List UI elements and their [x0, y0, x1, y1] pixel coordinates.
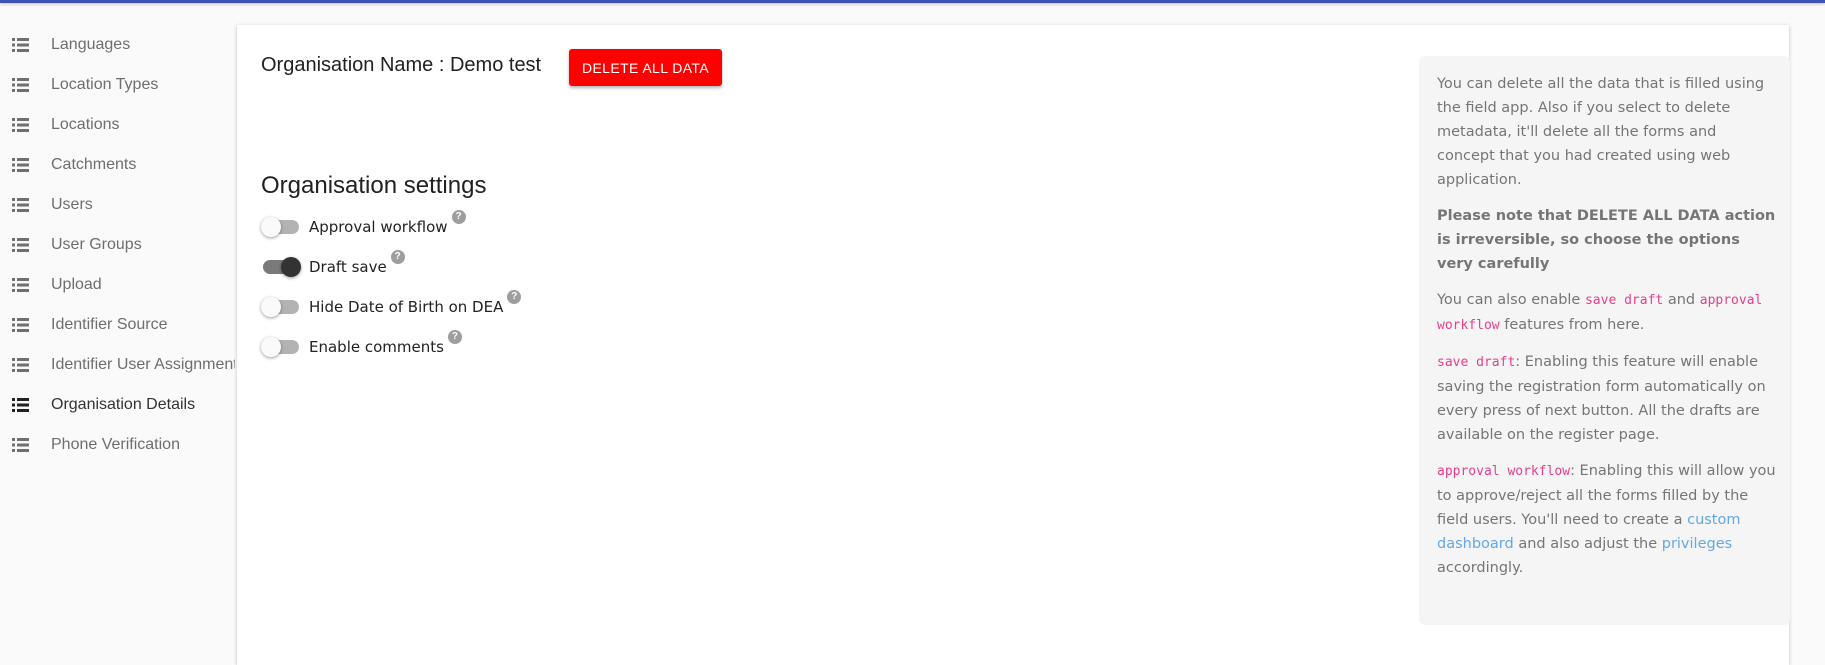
sidebar-item-identifier-user-assignment[interactable]: Identifier User Assignment — [0, 345, 235, 385]
info-paragraph: save draft: Enabling this feature will e… — [1437, 350, 1777, 447]
setting-label: Draft save — [309, 258, 387, 276]
setting-draft-save: Draft save? — [261, 250, 661, 281]
sidebar-item-label: Identifier User Assignment — [51, 356, 235, 373]
setting-label: Approval workflow — [309, 218, 448, 236]
list-icon — [12, 78, 29, 92]
code-save-draft: save draft — [1437, 355, 1516, 370]
enable-comments-toggle[interactable] — [261, 337, 299, 357]
list-icon — [12, 158, 29, 172]
list-icon — [12, 38, 29, 52]
app-bar-edge — [0, 0, 1825, 3]
sidebar-item-upload[interactable]: Upload — [0, 265, 235, 305]
list-icon — [12, 238, 29, 252]
help-icon[interactable]: ? — [447, 330, 462, 344]
toggle-knob — [261, 217, 281, 237]
setting-hide-dob: Hide Date of Birth on DEA? — [261, 290, 661, 321]
list-icon — [12, 438, 29, 452]
sidebar-item-label: Upload — [51, 276, 102, 293]
delete-all-data-button[interactable]: DELETE ALL DATA — [569, 49, 722, 86]
page-title: Organisation Name : Demo test — [261, 54, 542, 76]
sidebar-item-label: Catchments — [51, 156, 137, 173]
list-icon — [12, 118, 29, 132]
sidebar-item-label: Users — [51, 196, 93, 213]
draft-save-toggle[interactable] — [263, 257, 301, 277]
list-icon — [12, 278, 29, 292]
list-icon — [12, 358, 29, 372]
sidebar-item-languages[interactable]: Languages — [0, 25, 235, 65]
info-text: You can also enable — [1437, 292, 1585, 308]
help-icon[interactable]: ? — [390, 250, 405, 264]
sidebar-item-label: Languages — [51, 36, 131, 53]
sidebar-item-locations[interactable]: Locations — [0, 105, 235, 145]
list-icon — [12, 198, 29, 212]
list-icon — [12, 318, 29, 332]
sidebar-item-phone-verification[interactable]: Phone Verification — [0, 425, 235, 465]
privileges-link[interactable]: privileges — [1662, 536, 1732, 552]
sidebar-item-location-types[interactable]: Location Types — [0, 65, 235, 105]
sidebar-item-label: Location Types — [51, 76, 159, 93]
setting-enable-comments: Enable comments? — [261, 330, 661, 361]
help-icon[interactable]: ? — [507, 290, 522, 304]
setting-label: Hide Date of Birth on DEA — [309, 298, 504, 316]
sidebar-item-users[interactable]: Users — [0, 185, 235, 225]
toggle-knob — [261, 337, 281, 357]
approval-workflow-toggle[interactable] — [261, 217, 299, 237]
sidebar-item-label: Phone Verification — [51, 436, 180, 453]
settings-title: Organisation settings — [261, 172, 487, 199]
sidebar-item-label: Organisation Details — [51, 396, 196, 413]
toggle-knob — [281, 257, 301, 277]
setting-approval-workflow: Approval workflow? — [261, 210, 661, 241]
help-icon[interactable]: ? — [451, 210, 466, 224]
info-paragraph: approval workflow: Enabling this will al… — [1437, 459, 1777, 580]
code-save-draft: save draft — [1584, 293, 1664, 308]
code-approval-workflow: approval workflow — [1437, 464, 1571, 479]
info-paragraph: You can also enable save draft and appro… — [1437, 288, 1777, 338]
info-warning: Please note that DELETE ALL DATA action … — [1437, 208, 1776, 272]
info-text: and — [1663, 292, 1700, 308]
sidebar-item-label: User Groups — [51, 236, 142, 253]
sidebar-item-user-groups[interactable]: User Groups — [0, 225, 235, 265]
toggle-knob — [261, 297, 281, 317]
info-content: You can delete all the data that is fill… — [1437, 72, 1777, 592]
info-text: features from here. — [1499, 317, 1645, 333]
sidebar-item-catchments[interactable]: Catchments — [0, 145, 235, 185]
sidebar-item-organisation-details[interactable]: Organisation Details — [0, 385, 235, 425]
sidebar-item-identifier-source[interactable]: Identifier Source — [0, 305, 235, 345]
info-paragraph: You can delete all the data that is fill… — [1437, 76, 1765, 188]
info-panel: You can delete all the data that is fill… — [1419, 56, 1790, 625]
setting-label: Enable comments — [309, 338, 444, 356]
info-text: and also adjust the — [1513, 536, 1662, 552]
sidebar-item-label: Identifier Source — [51, 316, 168, 333]
info-text: accordingly. — [1437, 560, 1524, 576]
sidebar-item-label: Locations — [51, 116, 120, 133]
sidebar: Languages Location Types Locations Catch… — [0, 25, 235, 657]
hide-dob-toggle[interactable] — [261, 297, 299, 317]
list-icon — [12, 398, 29, 412]
